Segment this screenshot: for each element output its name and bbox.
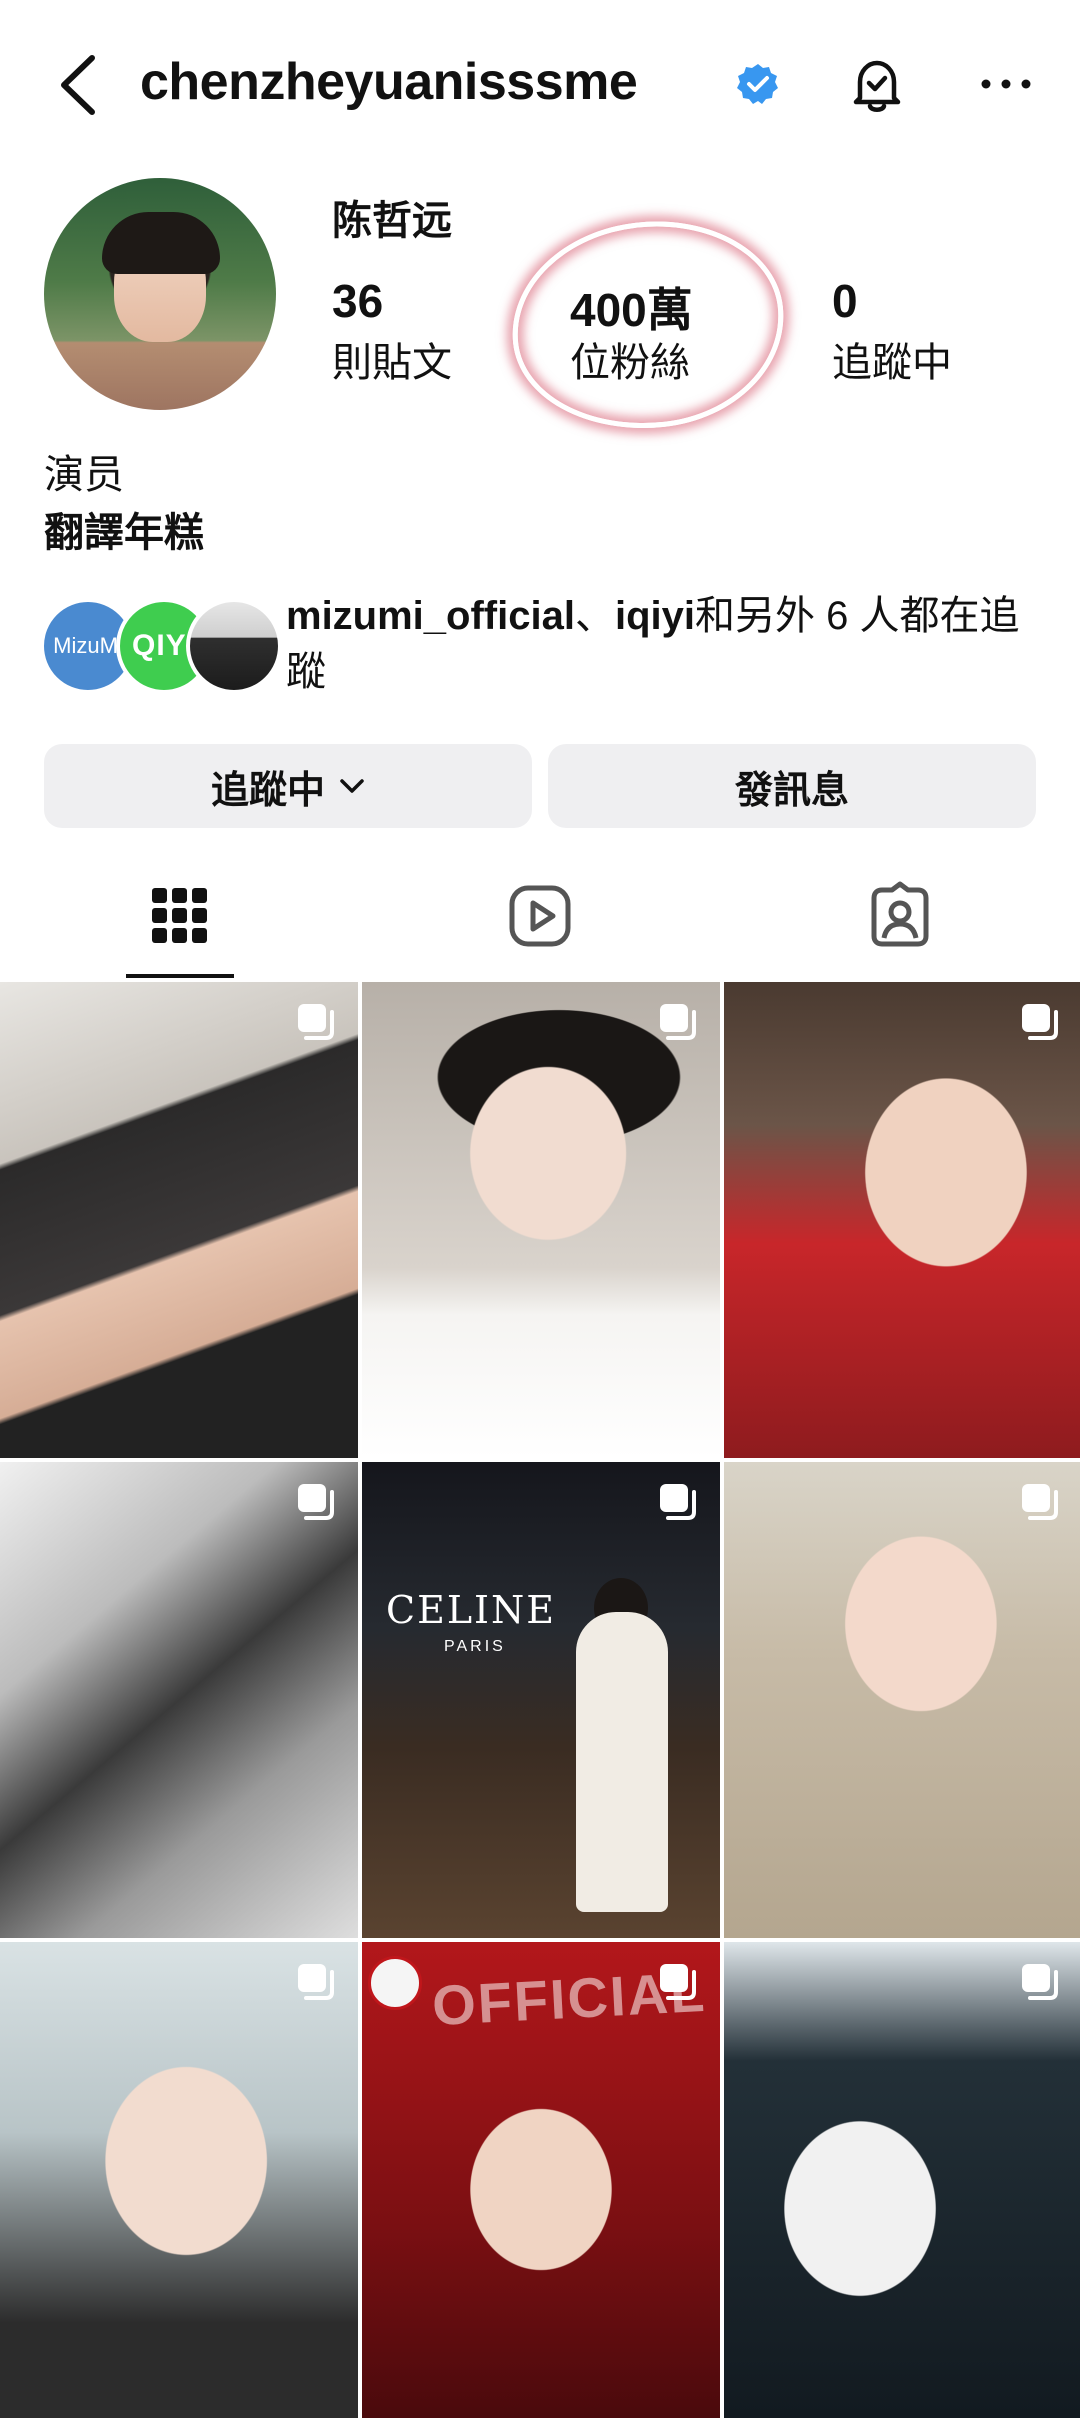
back-chevron-icon[interactable] [52,52,108,118]
post-thumbnail-6[interactable] [724,1462,1080,1938]
mutual-avatar-third[interactable] [186,598,282,694]
notification-bell-icon[interactable] [846,54,908,116]
mutual-avatar-mizumi-text: MizuMi [53,633,123,658]
multiple-images-icon [660,1964,696,2000]
posts-label[interactable]: 則貼文 [332,330,452,388]
more-options-icon[interactable] [976,62,1036,106]
bio-category: 演员 [44,453,124,497]
multiple-images-icon [660,1004,696,1040]
message-button[interactable]: 發訊息 [548,744,1036,828]
bio-translate-link[interactable]: 翻譯年糕 [44,500,204,558]
celine-paris-text: PARIS [444,1638,506,1655]
post-figure-body [576,1612,668,1912]
post-thumbnail-2[interactable] [362,982,720,1458]
multiple-images-icon [298,1484,334,1520]
profile-username: chenzheyuanisssme [140,53,638,111]
post-thumbnail-7[interactable] [0,1942,358,2418]
multiple-images-icon [1022,1484,1058,1520]
multiple-images-icon [298,1004,334,1040]
multiple-images-icon [1022,1964,1058,2000]
post-thumbnail-5[interactable]: CELINE PARIS [362,1462,720,1938]
celine-logo-text: CELINE [386,1588,557,1632]
tab-posts-grid-icon[interactable] [144,880,216,952]
following-button-label: 追蹤中 [210,769,325,812]
verified-badge-icon [737,64,778,104]
post-thumbnail-8[interactable]: OFFICIAL [362,1942,720,2418]
post-thumbnail-1[interactable] [0,982,358,1458]
following-button[interactable]: 追蹤中 [44,744,532,828]
brand-badge-icon [368,1956,422,2010]
tab-reels-icon[interactable] [504,880,576,952]
mutual-name-2: iqiyi [614,594,695,638]
post-thumbnail-3[interactable] [724,982,1080,1458]
display-name: 陈哲远 [332,199,452,243]
mutual-followers-text[interactable]: mizumi_official、iqiyi和另外 6 人都在追蹤 [286,588,1046,700]
chevron-down-icon [340,779,364,793]
multiple-images-icon [660,1484,696,1520]
tab-tagged-icon[interactable] [864,880,936,952]
active-tab-indicator [126,974,234,978]
following-label[interactable]: 追蹤中 [832,330,952,388]
multiple-images-icon [1022,1004,1058,1040]
post-thumbnail-9[interactable] [724,1942,1080,2418]
mutual-separator: 、 [574,594,615,638]
profile-avatar[interactable] [44,178,276,410]
followers-label[interactable]: 位粉絲 [570,330,690,388]
multiple-images-icon [298,1964,334,2000]
posts-count[interactable]: 36 [332,274,383,328]
mutual-name-1: mizumi_official [286,594,575,638]
message-button-label: 發訊息 [734,769,849,812]
following-count[interactable]: 0 [832,274,858,328]
post-thumbnail-4[interactable] [0,1462,358,1938]
